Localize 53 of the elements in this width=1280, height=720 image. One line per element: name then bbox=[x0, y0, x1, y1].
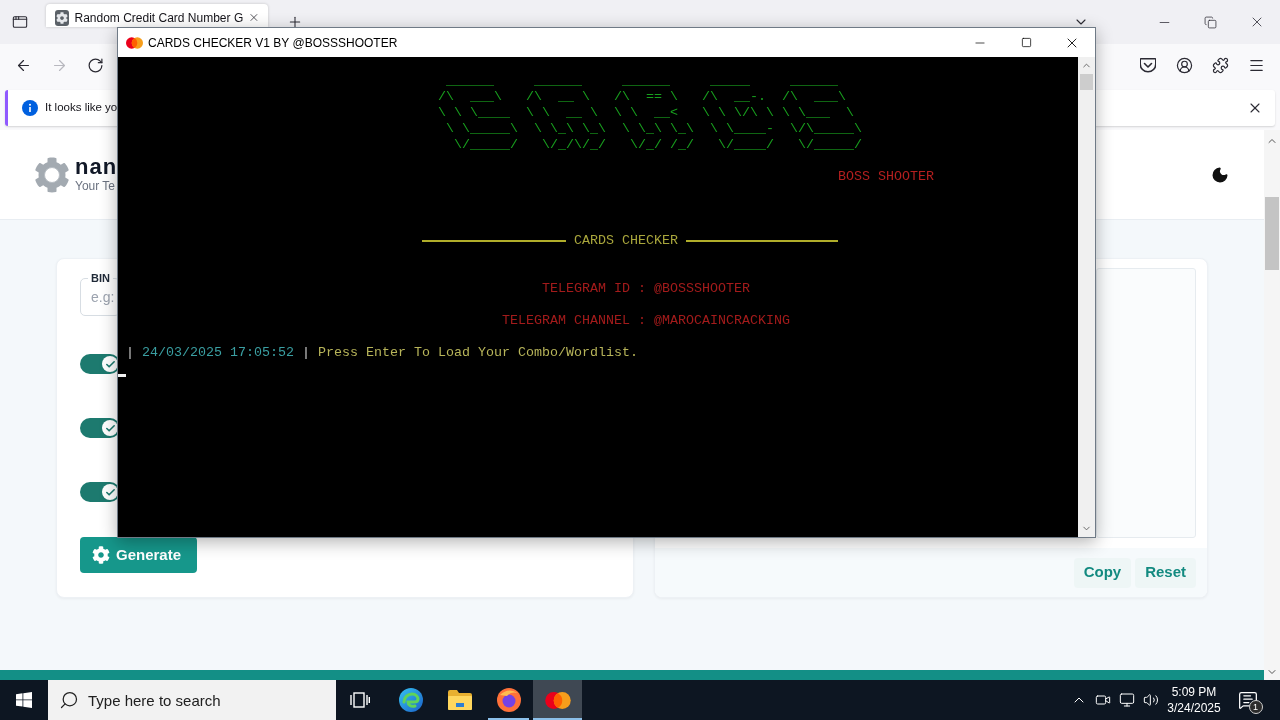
telegram-id-text: TELEGRAM ID : @BOSSSHOOTER bbox=[542, 281, 750, 297]
video-camera-icon[interactable] bbox=[1095, 692, 1111, 708]
window-title: CARDS CHECKER V1 BY @BOSSSHOOTER bbox=[148, 34, 398, 52]
info-icon bbox=[22, 100, 38, 116]
site-tagline: Your Te bbox=[75, 179, 117, 194]
tab-title: Random Credit Card Number G bbox=[74, 11, 244, 26]
field-label: BIN bbox=[88, 272, 113, 284]
scrollbar-thumb[interactable] bbox=[1080, 74, 1093, 90]
notification-count: 1 bbox=[1248, 700, 1263, 714]
notification-icon[interactable] bbox=[1237, 690, 1258, 710]
browser-tab[interactable]: Random Credit Card Number G bbox=[46, 4, 268, 27]
restore-icon[interactable] bbox=[1203, 15, 1217, 29]
notification-text: It looks like yo bbox=[45, 100, 118, 116]
telegram-channel-text: TELEGRAM CHANNEL : @MAROCAINCRACKING bbox=[502, 313, 790, 329]
output-action-button[interactable]: Reset bbox=[1135, 557, 1196, 588]
account-icon[interactable] bbox=[1175, 56, 1193, 74]
overlapping-circles-icon bbox=[126, 36, 143, 49]
gear-icon bbox=[55, 10, 70, 26]
search-icon bbox=[59, 690, 79, 710]
overlapping-circles-icon bbox=[544, 691, 571, 709]
toggle-switch[interactable] bbox=[80, 418, 120, 438]
taskbar-search-field[interactable]: Type here to search bbox=[48, 680, 336, 720]
output-action-button[interactable]: Copy bbox=[1073, 557, 1132, 588]
toggle-switch[interactable] bbox=[80, 354, 120, 374]
log-timestamp: 24/03/2025 17:05:52 bbox=[142, 345, 294, 361]
toggle-switch[interactable] bbox=[80, 482, 120, 502]
moon-icon[interactable] bbox=[1211, 165, 1229, 184]
maximize-icon[interactable] bbox=[1020, 37, 1032, 48]
reload-icon[interactable] bbox=[86, 56, 104, 74]
network-icon[interactable] bbox=[1119, 692, 1135, 708]
folder-icon bbox=[447, 690, 472, 710]
site-name: nan bbox=[75, 155, 118, 179]
clock-button[interactable]: 5:09 PM 3/24/2025 bbox=[1163, 684, 1225, 716]
log-prefix: | bbox=[126, 345, 134, 361]
log-separator: | bbox=[301, 345, 310, 361]
puzzle-icon[interactable] bbox=[1211, 56, 1229, 74]
gear-icon bbox=[92, 546, 110, 564]
shield-chevron-icon[interactable] bbox=[1140, 57, 1156, 73]
window-icon[interactable] bbox=[12, 14, 28, 30]
scrollbar-thumb[interactable] bbox=[1265, 197, 1279, 270]
new-tab-icon[interactable] bbox=[287, 14, 303, 30]
ascii-art-text: ______ ______ ______ _____ ______ /\ ___\ /\ __ \ /\ == \ /\ __-. /\ ___\ \ \ \____ \ \ __ \ \ \ __< \ \ \/\ \ \ \___ \ \ \_____\ \ \_\ \_\ \ \_\ \_\ \ \____- \/\_____\ \/_____/ \/_/\/_/ \/_/ /_/ \/____/ \/_____/ bbox=[438, 73, 862, 153]
volume-icon[interactable] bbox=[1143, 692, 1159, 708]
start-icon[interactable] bbox=[16, 692, 32, 708]
generate-button[interactable]: Generate bbox=[80, 537, 197, 573]
globe-icon bbox=[496, 688, 521, 712]
output-field[interactable] bbox=[1096, 268, 1196, 538]
log-message: Press Enter To Load Your Combo/Wordlist. bbox=[317, 345, 638, 361]
console-heading: CARDS CHECKER bbox=[574, 233, 678, 249]
author-name: BOSS SHOOTER bbox=[838, 169, 934, 185]
cursor-icon bbox=[118, 374, 126, 377]
swirl-icon bbox=[398, 688, 423, 712]
task-view-icon[interactable] bbox=[350, 692, 370, 708]
